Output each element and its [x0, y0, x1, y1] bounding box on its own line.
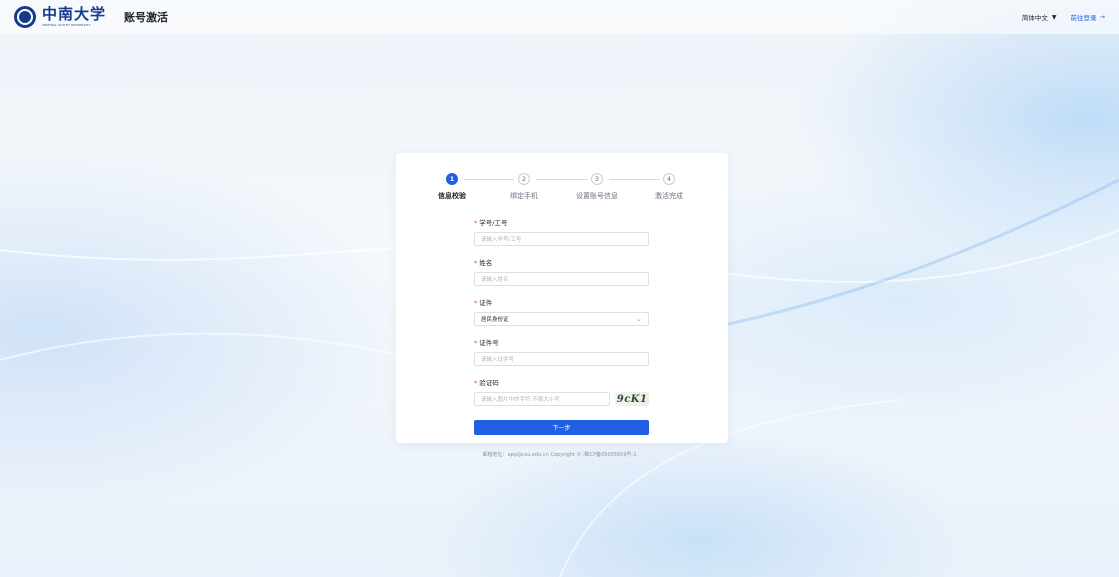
university-emblem-icon [14, 6, 36, 28]
step-connector [464, 179, 514, 180]
header-actions: 简体中文 ▼ 前往登录 → [1022, 12, 1105, 22]
step-3-label: 设置账号信息 [576, 192, 618, 200]
login-link-label: 前往登录 [1070, 14, 1097, 22]
step-4-label: 激活完成 [655, 192, 683, 200]
step-1-circle: 1 [446, 173, 458, 185]
required-mark: * [474, 379, 478, 387]
id-number-placeholder: 请输入证件号 [481, 357, 515, 363]
university-logo[interactable]: 中南大学 CENTRAL SOUTH UNIVERSITY [42, 7, 106, 27]
step-2-label: 绑定手机 [510, 192, 538, 200]
id-type-select[interactable]: 居民身份证 ⌄ [474, 312, 649, 326]
name-placeholder: 请输入姓名 [481, 277, 509, 283]
step-connector [609, 179, 660, 180]
required-mark: * [474, 339, 478, 347]
go-to-login-link[interactable]: 前往登录 → [1071, 12, 1105, 22]
activation-card: 1 2 3 4 信息校验 绑定手机 设置账号信息 激活完成 * 学号/工号 请输入… [396, 153, 728, 443]
id-number-label: * 证件号 [474, 339, 499, 347]
captcha-placeholder: 请输入图片中的字符,不限大小写 [481, 397, 560, 403]
id-type-label: * 证件 [474, 299, 493, 307]
name-input[interactable]: 请输入姓名 [474, 272, 649, 286]
required-mark: * [474, 259, 478, 267]
arrow-right-icon: → [1099, 13, 1105, 21]
required-mark: * [474, 299, 478, 307]
required-mark: * [474, 219, 478, 227]
student-id-placeholder: 请输入学号/工号 [481, 237, 522, 243]
captcha-label: * 验证码 [474, 379, 499, 387]
footer-copyright: 邮箱地址：app@csu.edu.cn Copyright © 湘ICP备050… [482, 452, 637, 458]
id-number-input[interactable]: 请输入证件号 [474, 352, 649, 366]
next-step-button[interactable]: 下一步 [474, 420, 649, 435]
step-connector [536, 179, 588, 180]
verification-form: * 学号/工号 请输入学号/工号 * 姓名 请输入姓名 * 证件 居民身份证 ⌄ * 证… [474, 219, 649, 435]
brand: 中南大学 CENTRAL SOUTH UNIVERSITY 账号激活 [14, 6, 168, 28]
student-id-input[interactable]: 请输入学号/工号 [474, 232, 649, 246]
name-label: * 姓名 [474, 259, 493, 267]
language-selector[interactable]: 简体中文 ▼ [1021, 12, 1057, 23]
logo-chinese-name: 中南大学 [42, 5, 107, 23]
step-1-label: 信息校验 [438, 192, 466, 200]
page-title: 账号激活 [124, 11, 169, 24]
chevron-down-icon: ⌄ [636, 314, 642, 323]
captcha-row: 请输入图片中的字符,不限大小写 9cK1 [474, 392, 649, 406]
id-type-value: 居民身份证 [481, 317, 509, 323]
steps-indicator: 1 2 3 4 信息校验 绑定手机 设置账号信息 激活完成 [396, 173, 728, 203]
step-2-circle: 2 [518, 173, 530, 185]
caret-down-icon: ▼ [1051, 13, 1057, 21]
language-label: 简体中文 [1021, 14, 1048, 22]
step-3-circle: 3 [591, 173, 603, 185]
student-id-label: * 学号/工号 [474, 219, 508, 227]
captcha-image[interactable]: 9cK1 [615, 392, 649, 406]
top-header: 中南大学 CENTRAL SOUTH UNIVERSITY 账号激活 简体中文 … [0, 0, 1119, 34]
step-4-circle: 4 [663, 173, 675, 185]
captcha-input[interactable]: 请输入图片中的字符,不限大小写 [474, 392, 611, 406]
logo-english-name: CENTRAL SOUTH UNIVERSITY [42, 23, 91, 27]
